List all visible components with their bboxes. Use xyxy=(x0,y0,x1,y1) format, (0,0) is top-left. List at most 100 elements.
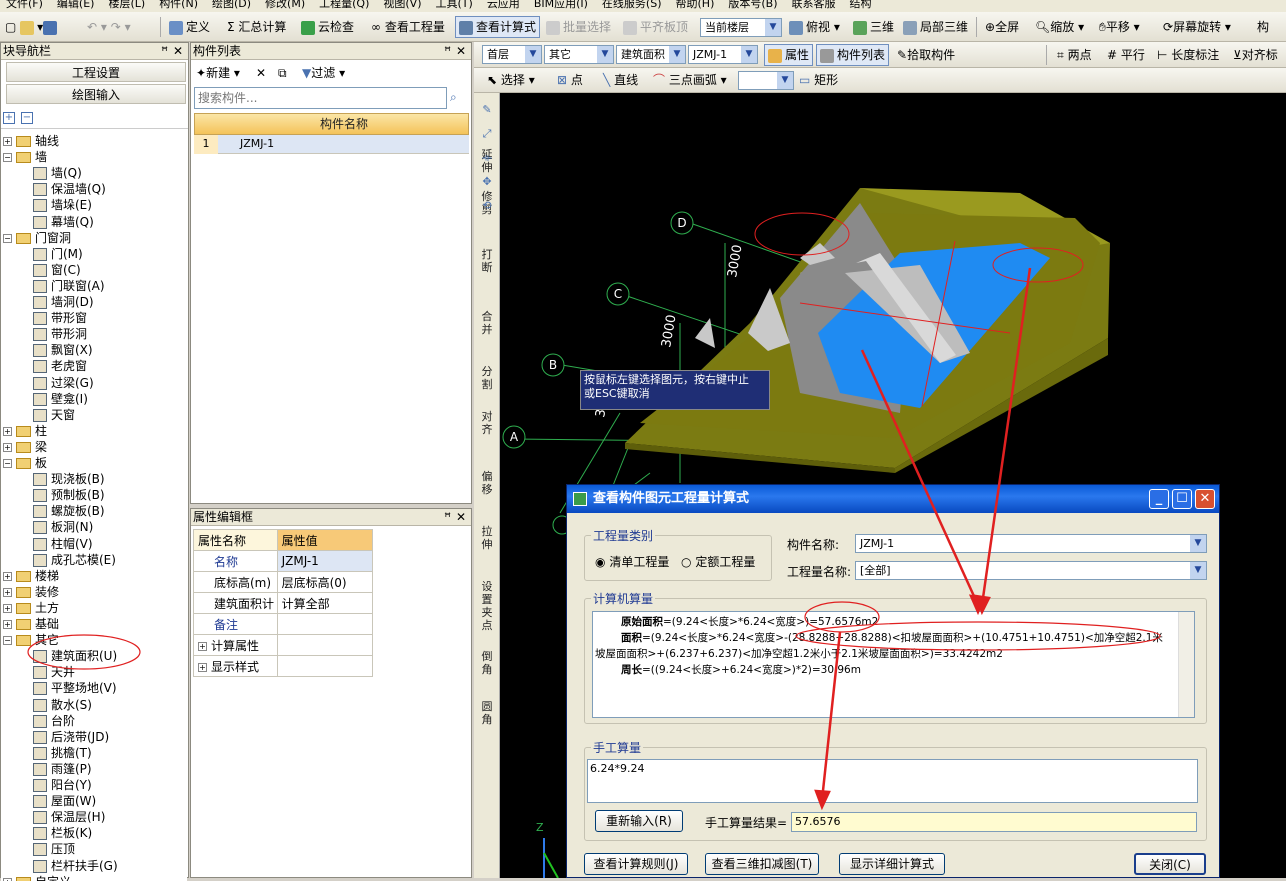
menu-item[interactable]: BIM应用(I) xyxy=(534,0,588,9)
copy-icon[interactable]: ⧉ xyxy=(275,62,290,84)
tree-item[interactable]: 压顶 xyxy=(33,841,75,857)
tree-item[interactable]: 栏板(K) xyxy=(33,825,92,841)
close-icon[interactable]: ✕ xyxy=(173,43,183,59)
tool-icon[interactable]: ⤢ xyxy=(478,127,496,140)
expand-icon[interactable]: + xyxy=(3,587,12,597)
menu-item[interactable]: 帮助(H) xyxy=(676,0,715,9)
show-detail-button[interactable]: 显示详细计算式 xyxy=(839,853,945,875)
tree-group[interactable]: + 装修 xyxy=(3,584,59,600)
component-combo[interactable]: JZMJ-1 ▼ xyxy=(688,45,758,64)
tree-group[interactable]: − 墙 xyxy=(3,149,47,165)
three-d-button[interactable]: 三维 xyxy=(850,16,897,38)
tree-item[interactable]: 后浇带(JD) xyxy=(33,729,109,745)
menu-item[interactable]: 工具(T) xyxy=(436,0,473,9)
floor-combo[interactable]: 首层 ▼ xyxy=(482,45,542,64)
search-input[interactable]: 搜索构件... xyxy=(194,87,447,109)
minimize-icon[interactable]: _ xyxy=(1149,489,1169,509)
vtool-10[interactable]: 圆角 xyxy=(478,700,496,726)
arc-button[interactable]: ⌒ 三点画弧 ▾ xyxy=(650,69,730,91)
vtool-5[interactable]: 对齐 xyxy=(478,410,496,436)
radio-quota-qty[interactable]: ○ 定额工程量 xyxy=(681,553,755,570)
vtool-6[interactable]: 偏移 xyxy=(478,470,496,496)
tree-group[interactable]: + 轴线 xyxy=(3,133,59,149)
tree-item[interactable]: 老虎窗 xyxy=(33,358,87,374)
define-button[interactable]: 定义 xyxy=(166,16,213,38)
summary-button[interactable]: Σ 汇总计算 xyxy=(224,16,289,38)
view-formula-button[interactable]: 查看计算式 xyxy=(455,16,541,38)
tree-group[interactable]: − 门窗洞 xyxy=(3,230,71,246)
pin-icon[interactable]: ꟸ xyxy=(161,43,168,59)
formula-text-area[interactable]: 原始面积=(9.24<长度>*6.24<宽度>)=57.6576m2 面积=(9… xyxy=(592,611,1195,718)
maximize-icon[interactable]: ☐ xyxy=(1172,489,1192,509)
menu-item[interactable]: 版本号(B) xyxy=(728,0,777,9)
local-3d-button[interactable]: 局部三维 xyxy=(900,16,971,38)
vtool-2[interactable]: 打断 xyxy=(478,248,496,274)
tool-icon[interactable]: ✎ xyxy=(478,103,496,116)
undo-redo[interactable]: ↶ ▾ ↷ ▾ xyxy=(84,16,134,38)
property-row[interactable]: + 显示样式 xyxy=(193,655,374,677)
vtool-9[interactable]: 倒角 xyxy=(478,650,496,676)
build-button[interactable]: 构 xyxy=(1254,16,1272,38)
tool-icon[interactable]: ⟲ xyxy=(478,199,496,212)
menu-item[interactable]: 工程量(Q) xyxy=(319,0,369,9)
component-list-button[interactable]: 构件列表 xyxy=(816,44,890,66)
tree-item[interactable]: 天窗 xyxy=(33,407,75,423)
fullscreen-button[interactable]: ⊕全屏 xyxy=(982,16,1022,38)
collapse-icon[interactable]: − xyxy=(3,153,12,163)
manual-formula-input[interactable]: 6.24*9.24 xyxy=(587,759,1198,803)
tree-group[interactable]: + 土方 xyxy=(3,600,59,616)
align-top-button[interactable]: 平齐板顶 xyxy=(620,16,691,38)
property-row[interactable]: 备注 xyxy=(193,613,374,635)
close-icon[interactable]: ✕ xyxy=(1195,489,1215,509)
pan-button[interactable]: ✋︎平移 ▾ xyxy=(1096,16,1143,38)
vtool-4[interactable]: 分割 xyxy=(478,365,496,391)
tree-group[interactable]: +自定义 xyxy=(3,874,71,881)
tree-item[interactable]: 板洞(N) xyxy=(33,519,93,535)
tree-group[interactable]: + 柱 xyxy=(3,423,47,439)
tree-item[interactable]: 墙洞(D) xyxy=(33,294,94,310)
tree-group[interactable]: + 基础 xyxy=(3,616,59,632)
expand-icon[interactable]: + xyxy=(3,442,12,452)
vtool-7[interactable]: 拉伸 xyxy=(478,525,496,551)
zoom-button[interactable]: 🔍︎缩放 ▾ xyxy=(1032,16,1087,38)
tree-item[interactable]: 栏杆扶手(G) xyxy=(33,858,118,874)
tree-group[interactable]: + 楼梯 xyxy=(3,568,59,584)
line-button[interactable]: ╲ 直线 xyxy=(600,69,641,91)
expand-icon[interactable]: + xyxy=(3,877,12,881)
property-value[interactable]: 层底标高(0) xyxy=(276,571,374,593)
tree-item[interactable]: 保温墙(Q) xyxy=(33,181,106,197)
property-value[interactable] xyxy=(276,613,374,635)
table-row[interactable]: 1 JZMJ-1 xyxy=(194,135,469,154)
tree-item[interactable]: 平整场地(V) xyxy=(33,680,117,696)
tree-item[interactable]: 螺旋板(B) xyxy=(33,503,105,519)
expand-all-icon[interactable]: + xyxy=(3,112,15,124)
filter-button[interactable]: ▼过滤 ▾ xyxy=(299,62,348,84)
menu-item[interactable]: 楼层(L) xyxy=(108,0,145,9)
type-combo[interactable]: 建筑面积 ▼ xyxy=(616,45,686,64)
collapse-all-icon[interactable]: − xyxy=(21,112,33,124)
category-combo[interactable]: 其它 ▼ xyxy=(544,45,614,64)
tree-item[interactable]: 幕墙(Q) xyxy=(33,214,94,230)
top-view-button[interactable]: 俯视 ▾ xyxy=(786,16,843,38)
property-value[interactable] xyxy=(276,634,374,656)
parallel-button[interactable]: # 平行 xyxy=(1104,44,1148,66)
close-icon[interactable]: ✕ xyxy=(456,43,466,59)
menu-item[interactable]: 结构 xyxy=(850,0,872,9)
property-row[interactable]: 名称 JZMJ-1 xyxy=(193,550,374,572)
search-icon[interactable]: ⌕ xyxy=(450,90,457,105)
close-button[interactable]: 关闭(C) xyxy=(1134,853,1206,875)
menu-item[interactable]: 编辑(E) xyxy=(57,0,95,9)
property-row[interactable]: 底标高(m) 层底标高(0) xyxy=(193,571,374,593)
tree-group[interactable]: − 板 xyxy=(3,455,47,471)
tree-item[interactable]: 散水(S) xyxy=(33,697,92,713)
tree-item[interactable]: 柱帽(V) xyxy=(33,536,93,552)
tree-item[interactable]: 门(M) xyxy=(33,246,83,262)
property-value[interactable]: JZMJ-1 xyxy=(276,550,374,572)
tree-item[interactable]: 壁龛(I) xyxy=(33,391,88,407)
pick-button[interactable]: ✎拾取构件 xyxy=(894,44,958,66)
menu-item[interactable]: 修改(M) xyxy=(265,0,305,9)
tree-item[interactable]: 雨篷(P) xyxy=(33,761,92,777)
tree-item[interactable]: 预制板(B) xyxy=(33,487,105,503)
tree-item[interactable]: 飘窗(X) xyxy=(33,342,93,358)
property-row[interactable]: + 计算属性 xyxy=(193,634,374,656)
